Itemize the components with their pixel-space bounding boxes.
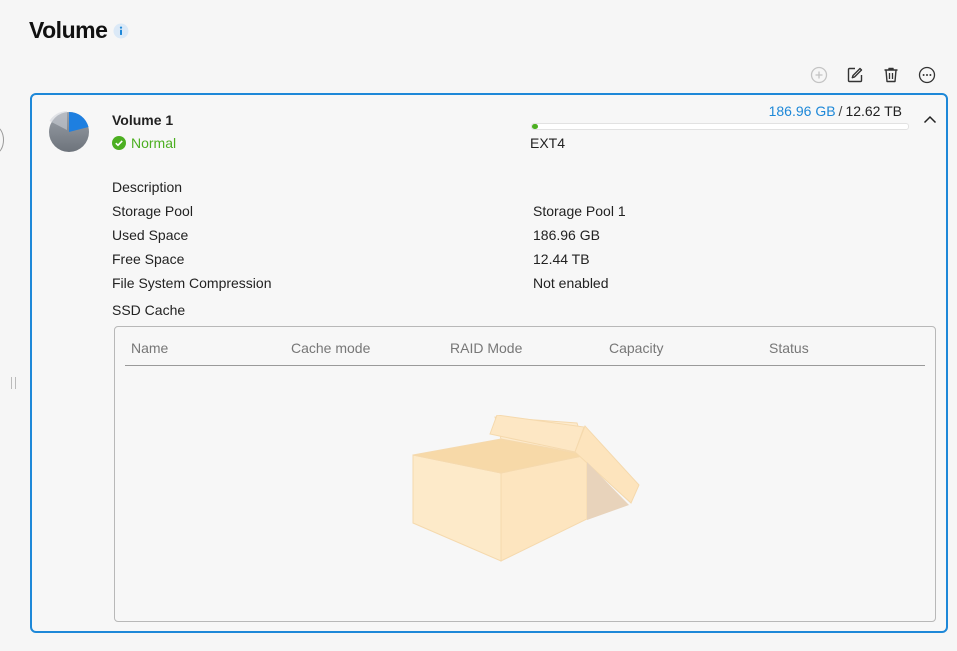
column-header-capacity[interactable]: Capacity	[609, 340, 663, 356]
property-label: SSD Cache	[112, 302, 186, 318]
usage-bar	[531, 123, 909, 130]
status-text: Normal	[131, 135, 177, 151]
column-header-raid-mode[interactable]: RAID Mode	[450, 340, 522, 356]
trash-icon	[884, 67, 898, 83]
volume-status: Normal	[112, 135, 176, 151]
usage-bar-fill	[532, 124, 538, 129]
usage-summary: 186.96 GB/12.62 TB	[769, 103, 902, 119]
ssd-cache-table: Name Cache mode RAID Mode Capacity Statu…	[114, 326, 936, 622]
property-value: Storage Pool 1	[533, 203, 626, 219]
edit-icon	[847, 67, 863, 83]
property-label: Used Space	[112, 227, 189, 243]
edit-button[interactable]	[845, 65, 865, 85]
property-label: Free Space	[112, 251, 185, 267]
property-value: 186.96 GB	[533, 227, 600, 243]
page-header: Volume	[29, 17, 129, 44]
usage-separator: /	[838, 103, 843, 119]
more-icon	[918, 66, 936, 84]
volume-name: Volume 1	[112, 112, 174, 128]
check-circle-icon	[112, 136, 126, 150]
page-title: Volume	[29, 17, 108, 43]
create-volume-button[interactable]	[809, 65, 829, 85]
empty-box-icon	[411, 414, 641, 563]
column-header-name[interactable]: Name	[131, 340, 168, 356]
property-label: File System Compression	[112, 275, 272, 291]
resize-handle[interactable]	[11, 377, 16, 389]
delete-button[interactable]	[881, 65, 901, 85]
info-icon[interactable]	[113, 23, 129, 39]
column-header-cache-mode[interactable]: Cache mode	[291, 340, 370, 356]
back-button[interactable]	[0, 126, 4, 154]
filesystem-type: EXT4	[530, 135, 566, 151]
chevron-up-icon	[923, 115, 937, 124]
plus-circle-icon	[810, 66, 828, 84]
collapse-button[interactable]	[922, 112, 938, 128]
volume-card: Volume 1 Normal 186.96 GB/12.62 TB EXT4 …	[30, 93, 948, 633]
volume-pie-icon	[48, 111, 90, 153]
property-value: Not enabled	[533, 275, 609, 291]
property-label: Storage Pool	[112, 203, 193, 219]
used-capacity: 186.96 GB	[768, 103, 836, 119]
property-value: 12.44 TB	[533, 251, 590, 267]
volume-toolbar	[809, 65, 937, 85]
total-capacity: 12.62 TB	[845, 103, 902, 119]
column-header-status[interactable]: Status	[769, 340, 809, 356]
table-header: Name Cache mode RAID Mode Capacity Statu…	[125, 327, 925, 366]
more-button[interactable]	[917, 65, 937, 85]
property-label: Description	[112, 179, 183, 195]
